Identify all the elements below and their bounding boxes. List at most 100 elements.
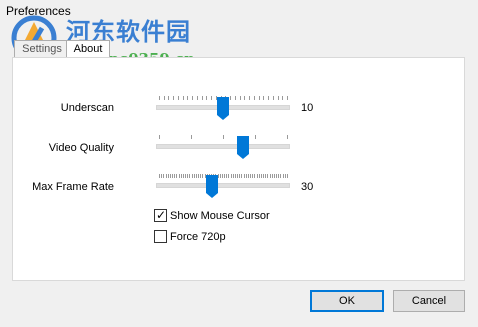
slider-tick [287, 96, 288, 100]
slider-tick [159, 135, 160, 139]
slider-tick [252, 174, 254, 178]
slider-tick [187, 174, 189, 178]
preferences-window: Preferences 河东软件园 www.pc0359.cn Settings… [0, 0, 478, 327]
max-frame-rate-slider[interactable] [156, 174, 290, 198]
slider-tick [228, 174, 230, 178]
slider-tick [284, 174, 286, 178]
slider-tick [258, 174, 260, 178]
slider-tick [182, 96, 184, 100]
slider-tick [226, 174, 228, 178]
slider-tick [192, 96, 194, 100]
cancel-button[interactable]: Cancel [393, 290, 465, 312]
slider-tick [178, 174, 180, 178]
show-mouse-cursor-label: Show Mouse Cursor [170, 210, 270, 222]
slider-tick [161, 174, 163, 178]
slider-tick [237, 174, 239, 178]
slider-tick [173, 96, 175, 100]
video-quality-ticks [159, 135, 288, 141]
slider-tick [165, 174, 167, 178]
settings-panel: Underscan 10 Video Quality Max Frame Rat… [12, 57, 465, 281]
underscan-value: 10 [301, 102, 314, 114]
max-frame-rate-value: 30 [301, 181, 314, 193]
slider-tick [256, 174, 258, 178]
slider-tick [234, 174, 236, 178]
slider-tick [198, 174, 200, 178]
slider-tick [201, 96, 203, 100]
slider-tick [191, 135, 192, 139]
show-mouse-cursor-checkbox[interactable] [154, 207, 167, 223]
slider-tick [273, 174, 275, 178]
slider-tick [263, 96, 265, 100]
slider-tick [272, 96, 274, 100]
slider-tick [277, 96, 279, 100]
slider-tick [195, 174, 197, 178]
slider-tick [159, 96, 160, 100]
max-frame-rate-label: Max Frame Rate [32, 181, 114, 193]
tab-about[interactable]: About [66, 40, 110, 58]
slider-tick [163, 96, 165, 100]
slider-tick [221, 174, 223, 178]
video-quality-track [156, 144, 290, 149]
slider-tick [187, 96, 189, 100]
slider-tick [271, 174, 273, 178]
slider-tick [200, 174, 202, 178]
video-quality-slider[interactable] [156, 135, 290, 159]
slider-tick [206, 96, 208, 100]
slider-tick [230, 174, 232, 178]
force-720p-label: Force 720p [170, 231, 226, 243]
slider-tick [260, 174, 262, 178]
video-quality-label: Video Quality [48, 142, 114, 154]
slider-tick [202, 174, 204, 178]
slider-tick [232, 174, 234, 178]
slider-tick [177, 96, 179, 100]
slider-tick [282, 174, 284, 178]
slider-tick [276, 174, 278, 178]
slider-tick [176, 174, 178, 178]
slider-tick [167, 174, 169, 178]
slider-tick [241, 174, 243, 178]
slider-tick [265, 174, 267, 178]
max-frame-rate-track [156, 183, 290, 188]
slider-tick [193, 174, 195, 178]
slider-tick [172, 174, 174, 178]
slider-tick [249, 96, 251, 100]
slider-tick [239, 96, 241, 100]
slider-tick [189, 174, 191, 178]
max-frame-rate-ticks [159, 174, 288, 180]
force-720p-checkbox[interactable] [154, 230, 167, 243]
slider-tick [196, 96, 198, 100]
slider-tick [282, 96, 284, 100]
slider-tick [168, 96, 170, 100]
slider-tick [230, 96, 232, 100]
underscan-label: Underscan [60, 102, 114, 114]
slider-tick [247, 174, 249, 178]
slider-tick [185, 174, 187, 178]
max-frame-rate-thumb[interactable] [206, 175, 218, 198]
slider-tick [253, 96, 255, 100]
underscan-slider[interactable] [156, 96, 290, 120]
slider-tick [269, 174, 271, 178]
slider-tick [250, 174, 252, 178]
video-quality-thumb[interactable] [237, 136, 249, 159]
slider-tick [159, 174, 160, 178]
slider-tick [182, 174, 184, 178]
underscan-thumb[interactable] [217, 97, 229, 120]
slider-tick [163, 174, 165, 178]
slider-tick [267, 174, 269, 178]
slider-tick [263, 174, 265, 178]
slider-tick [174, 174, 176, 178]
slider-tick [268, 96, 270, 100]
slider-tick [243, 174, 245, 178]
slider-tick [244, 96, 246, 100]
slider-tick [255, 135, 256, 139]
slider-tick [219, 174, 221, 178]
slider-tick [224, 174, 226, 178]
slider-tick [278, 174, 280, 178]
ok-button[interactable]: OK [310, 290, 384, 312]
slider-tick [245, 174, 247, 178]
slider-tick [254, 174, 256, 178]
slider-tick [180, 174, 182, 178]
tab-settings[interactable]: Settings [14, 40, 70, 58]
slider-tick [239, 174, 241, 178]
slider-tick [191, 174, 193, 178]
